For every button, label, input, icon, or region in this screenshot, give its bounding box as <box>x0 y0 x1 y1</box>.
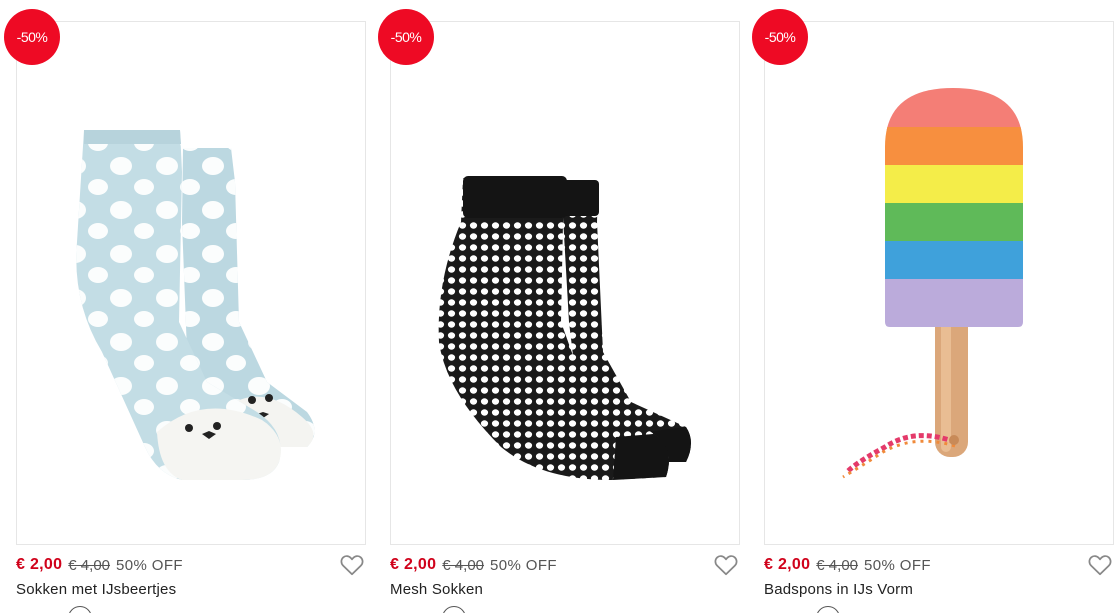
current-price: € 2,00 <box>390 556 437 573</box>
original-price: € 4,00 <box>442 556 485 574</box>
discount-badge: -50% <box>378 9 434 65</box>
product-image-link[interactable] <box>764 21 1114 545</box>
product-name[interactable]: Mesh Sokken <box>390 581 483 598</box>
original-price: € 4,00 <box>68 556 111 574</box>
discount-badge: -50% <box>4 9 60 65</box>
heart-outline-icon[interactable] <box>1087 552 1113 578</box>
product-card[interactable]: -50% € 2,00 € 4,00 50% OFF Sokken met IJ… <box>4 0 366 613</box>
discount-badge: -50% <box>752 9 808 65</box>
heart-outline-icon[interactable] <box>713 552 739 578</box>
product-card[interactable]: -50% € 2,00 € 4,00 50% OFF Badspons in I… <box>752 0 1114 613</box>
discount-label: 50% OFF <box>116 556 183 574</box>
price-row: € 2,00 € 4,00 50% OFF <box>764 554 931 576</box>
product-name[interactable]: Badspons in IJs Vorm <box>764 581 913 598</box>
product-image-link[interactable] <box>390 21 740 545</box>
current-price: € 2,00 <box>764 556 811 573</box>
polar-bear-socks-image <box>76 130 315 480</box>
original-price: € 4,00 <box>816 556 859 574</box>
popsicle-sponge-image <box>842 88 1023 479</box>
mesh-socks-image <box>438 176 691 480</box>
price-row: € 2,00 € 4,00 50% OFF <box>390 554 557 576</box>
product-name[interactable]: Sokken met IJsbeertjes <box>16 581 176 598</box>
color-swatch[interactable] <box>442 606 466 613</box>
current-price: € 2,00 <box>16 556 63 573</box>
product-card[interactable]: -50% € 2,00 € 4,00 50% OFF Mesh Sokken <box>378 0 740 613</box>
discount-label: 50% OFF <box>864 556 931 574</box>
color-swatch[interactable] <box>816 606 840 613</box>
heart-outline-icon[interactable] <box>339 552 365 578</box>
product-grid: -50% € 2,00 € 4,00 50% OFF Sokken met IJ… <box>0 0 1120 613</box>
price-row: € 2,00 € 4,00 50% OFF <box>16 554 183 576</box>
color-swatch[interactable] <box>68 606 92 613</box>
discount-label: 50% OFF <box>490 556 557 574</box>
product-image-link[interactable] <box>16 21 366 545</box>
